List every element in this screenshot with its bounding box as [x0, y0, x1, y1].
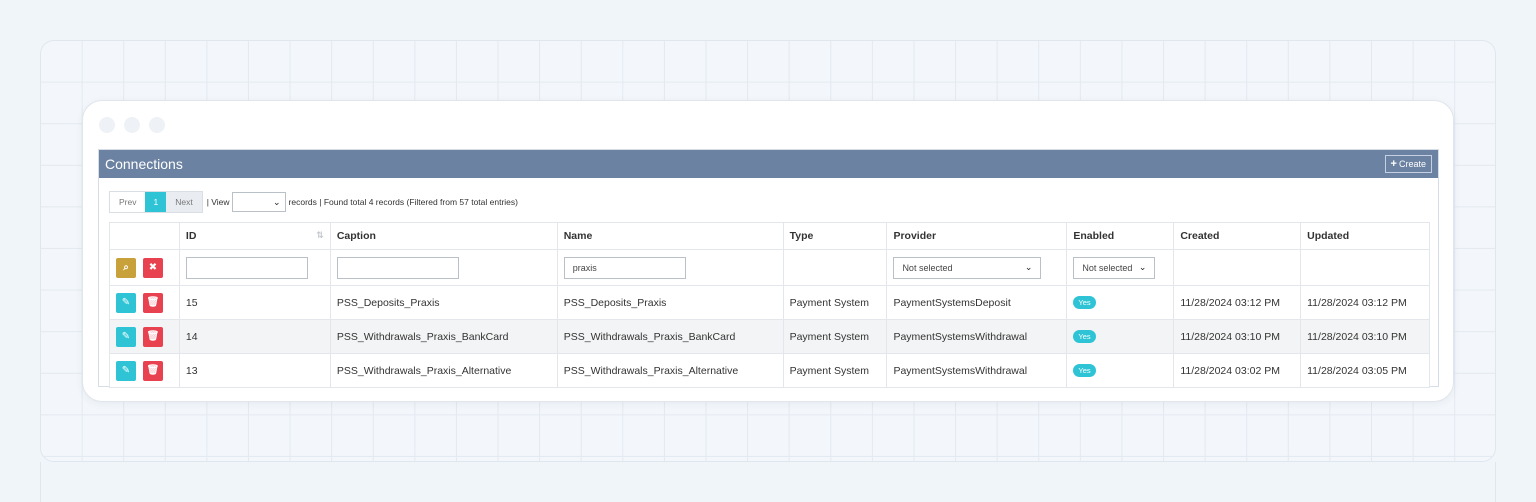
cell-updated: 11/28/2024 03:12 PM [1300, 285, 1430, 320]
row-actions: ✎ 🗑 [109, 285, 180, 320]
chevron-down-icon: ⌄ [273, 196, 281, 207]
search-button[interactable]: ⌕ [116, 257, 136, 278]
connections-table: ID ⇅ Caption Name Type Provider Enabled C… [109, 222, 1430, 388]
chevron-down-icon: ⌄ [1024, 262, 1033, 272]
records-info: records | Found total 4 records (Filtere… [288, 197, 518, 207]
status-badge: Yes [1073, 296, 1096, 309]
pager: Prev 1 Next [109, 191, 203, 213]
cell-created: 11/28/2024 03:02 PM [1173, 353, 1302, 388]
enabled-filter-value: Not selected [1082, 262, 1133, 273]
id-filter-input[interactable] [185, 256, 308, 279]
column-header-caption[interactable]: Caption [329, 222, 558, 250]
window-dot [149, 117, 165, 133]
view-label: | View [206, 197, 230, 207]
cell-name: PSS_Deposits_Praxis [556, 285, 784, 320]
caption-filter-input[interactable] [336, 256, 459, 279]
row-actions: ✎ 🗑 [109, 319, 180, 354]
cell-name: PSS_Withdrawals_Praxis_Alternative [556, 353, 784, 388]
cell-created: 11/28/2024 03:12 PM [1173, 285, 1302, 320]
column-header-enabled[interactable]: Enabled [1066, 222, 1175, 250]
prev-button[interactable]: Prev [110, 192, 145, 212]
filter-cell-type [782, 249, 888, 286]
column-header-type[interactable]: Type [782, 222, 888, 250]
cell-id: 14 [178, 319, 331, 354]
cell-enabled: Yes [1066, 319, 1175, 354]
filter-cell-updated [1300, 249, 1430, 286]
window-dot [124, 117, 140, 133]
cell-name: PSS_Withdrawals_Praxis_BankCard [556, 319, 784, 354]
delete-button[interactable]: 🗑 [143, 326, 163, 347]
cell-type: Payment System [782, 285, 888, 320]
records-per-page-select[interactable]: ⌄ [231, 192, 286, 212]
filter-cell-id [178, 249, 331, 286]
cell-type: Payment System [782, 353, 888, 388]
sort-icon[interactable]: ⇅ [316, 230, 324, 241]
edit-button[interactable]: ✎ [116, 292, 136, 313]
column-header-updated[interactable]: Updated [1300, 222, 1430, 250]
column-header-id[interactable]: ID ⇅ [178, 222, 331, 250]
column-header-name[interactable]: Name [556, 222, 784, 250]
pagination-toolbar: Prev 1 Next | View ⌄ records | Found tot… [109, 191, 518, 213]
filter-cell-provider: Not selected ⌄ [886, 249, 1068, 286]
page-title: Connections [105, 156, 183, 172]
delete-button[interactable]: 🗑 [143, 360, 163, 381]
cell-caption: PSS_Withdrawals_Praxis_Alternative [329, 353, 558, 388]
plus-icon: + [1390, 157, 1397, 170]
provider-filter-value: Not selected [902, 262, 953, 273]
table-row: ✎ 🗑 15 PSS_Deposits_Praxis PSS_Deposits_P… [109, 285, 1430, 320]
row-actions: ✎ 🗑 [109, 353, 180, 388]
table-row: ✎ 🗑 13 PSS_Withdrawals_Praxis_Alternative… [109, 353, 1430, 388]
table-header-row: ID ⇅ Caption Name Type Provider Enabled C… [109, 222, 1430, 250]
app-window: Connections + Create Prev 1 Next | View … [82, 100, 1454, 402]
cell-provider: PaymentSystemsWithdrawal [886, 319, 1068, 354]
status-badge: Yes [1073, 364, 1096, 377]
delete-button[interactable]: 🗑 [143, 292, 163, 313]
cell-caption: PSS_Deposits_Praxis [329, 285, 558, 320]
cell-enabled: Yes [1066, 353, 1175, 388]
edit-button[interactable]: ✎ [116, 360, 136, 381]
provider-filter-select[interactable]: Not selected ⌄ [893, 256, 1042, 279]
cell-enabled: Yes [1066, 285, 1175, 320]
filter-cell-created [1173, 249, 1302, 286]
background-grid-lower [40, 462, 1496, 502]
window-controls [99, 117, 165, 133]
cell-caption: PSS_Withdrawals_Praxis_BankCard [329, 319, 558, 354]
panel-header: Connections + Create [99, 150, 1438, 178]
column-header-actions [109, 222, 180, 250]
cell-provider: PaymentSystemsDeposit [886, 285, 1068, 320]
filter-cell-name: praxis [556, 249, 784, 286]
create-button[interactable]: + Create [1384, 155, 1432, 173]
cell-created: 11/28/2024 03:10 PM [1173, 319, 1302, 354]
cell-type: Payment System [782, 319, 888, 354]
cell-updated: 11/28/2024 03:05 PM [1300, 353, 1430, 388]
cell-id: 15 [178, 285, 331, 320]
filter-actions: ⌕ ✖ [109, 249, 180, 286]
enabled-filter-select[interactable]: Not selected ⌄ [1073, 256, 1156, 279]
window-dot [99, 117, 115, 133]
clear-filter-button[interactable]: ✖ [143, 257, 163, 278]
chevron-down-icon: ⌄ [1138, 262, 1147, 272]
column-header-label: ID [185, 230, 197, 242]
filter-cell-caption [329, 249, 558, 286]
cell-updated: 11/28/2024 03:10 PM [1300, 319, 1430, 354]
table-row: ✎ 🗑 14 PSS_Withdrawals_Praxis_BankCard PS… [109, 319, 1430, 354]
edit-button[interactable]: ✎ [116, 326, 136, 347]
cell-provider: PaymentSystemsWithdrawal [886, 353, 1068, 388]
filter-cell-enabled: Not selected ⌄ [1066, 249, 1175, 286]
filter-row: ⌕ ✖ praxis Not selected ⌄ Not selected ⌄ [109, 249, 1430, 286]
cell-id: 13 [178, 353, 331, 388]
column-header-created[interactable]: Created [1173, 222, 1302, 250]
status-badge: Yes [1073, 330, 1096, 343]
column-header-provider[interactable]: Provider [886, 222, 1068, 250]
name-filter-input[interactable]: praxis [563, 256, 686, 279]
create-button-label: Create [1398, 159, 1426, 169]
connections-panel: Connections + Create Prev 1 Next | View … [98, 149, 1439, 388]
next-button[interactable]: Next [166, 192, 202, 212]
page-1-button[interactable]: 1 [145, 192, 167, 212]
